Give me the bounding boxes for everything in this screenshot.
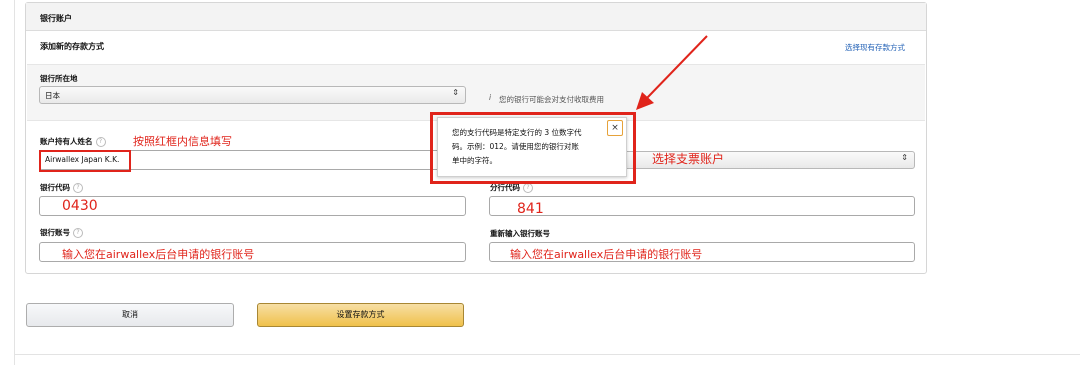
annotation-arrow-icon — [636, 35, 708, 110]
